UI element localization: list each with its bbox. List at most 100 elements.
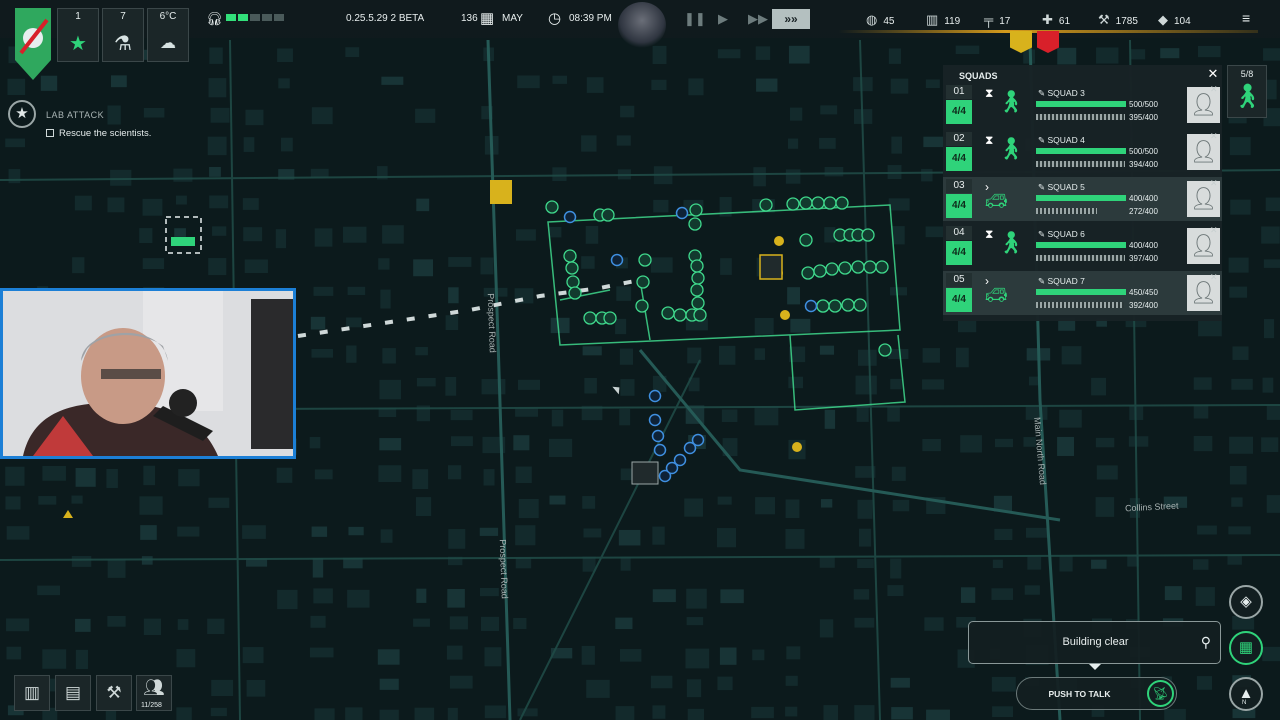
squad-number: 04 (946, 226, 972, 240)
stat-box-rank[interactable]: 1 ★ (57, 8, 99, 62)
squad-row[interactable]: 02 4/4 ⧗ 🚶︎ ✎ SQUAD 4 500/500 394/400 👤︎ ✕ (943, 130, 1222, 174)
resource-supplies[interactable]: ▥ 119 (926, 12, 960, 28)
squad-name[interactable]: ✎ SQUAD 5 (1038, 182, 1085, 193)
notification-toast[interactable]: Building clear ⚲ (968, 621, 1221, 664)
intel-icon: ◍ (866, 12, 878, 27)
squads-title: SQUADS (959, 71, 998, 81)
squad-member-count: 4/4 (946, 288, 972, 312)
squad-ammo-bar (1036, 302, 1125, 308)
squad-health-value: 500/500 (1129, 147, 1158, 156)
squad-ammo-bar (1036, 114, 1125, 120)
compass-north-label: N (1242, 700, 1247, 706)
soldier-icon: 🚶︎ (997, 89, 1025, 114)
microscope-icon: ⚗ (114, 33, 132, 55)
tools-icon: ⚒ (1098, 12, 1110, 27)
stat-box-weather[interactable]: 6°C ☁ (147, 8, 189, 62)
facility-icon: ▤ (64, 683, 82, 702)
faction-emblem-icon[interactable] (13, 8, 53, 80)
dismiss-icon[interactable]: ✕ (1210, 131, 1218, 142)
squad-row[interactable]: 03 4/4 › 🚙︎ ✎ SQUAD 5 400/400 272/400 👤︎ ✕ (943, 177, 1222, 221)
menu-icon[interactable]: ≡ (1242, 10, 1250, 26)
push-to-talk-button[interactable]: PUSH TO TALK 📡︎ (1016, 677, 1177, 710)
squad-health-value: 400/400 (1129, 194, 1158, 203)
moon-phase-icon (618, 2, 666, 48)
squad-name-text: SQUAD 6 (1047, 229, 1085, 239)
facilities-button[interactable]: ▤ (55, 675, 91, 711)
squad-ammo-value: 394/400 (1129, 160, 1158, 169)
squad-mode-icon: ⧗ (985, 133, 994, 147)
base-button[interactable]: ▥ (14, 675, 50, 711)
squad-number: 05 (946, 273, 972, 287)
stat-box-research[interactable]: 7 ⚗ (102, 8, 144, 62)
squad-health-value: 400/400 (1129, 241, 1158, 250)
mission-objective: Rescue the scientists. (46, 128, 151, 139)
webcam-overlay (0, 288, 296, 459)
location-pin-icon[interactable]: ⚲ (1201, 634, 1211, 651)
objective-checkbox (46, 129, 54, 137)
squad-row[interactable]: 01 4/4 ⧗ 🚶︎ ✎ SQUAD 3 500/500 395/400 👤︎ ✕ (943, 83, 1222, 127)
resource-intel[interactable]: ◍ 45 (866, 12, 894, 28)
vehicle-icon: 🚙︎ (985, 285, 1008, 305)
close-icon[interactable]: ✕ (1206, 67, 1220, 81)
headphones-icon[interactable]: 🎧︎ (206, 11, 223, 27)
temperature-value: 6°C (159, 11, 177, 22)
research-value: 7 (120, 11, 126, 22)
squad-name[interactable]: ✎ SQUAD 4 (1038, 135, 1085, 146)
squad-capacity-button[interactable]: 5/8 🚶︎ (1227, 65, 1267, 118)
squad-row[interactable]: 04 4/4 ⧗ 🚶︎ ✎ SQUAD 6 400/400 397/400 👤︎ ✕ (943, 224, 1222, 268)
resource-crates[interactable]: ◆ 104 (1158, 12, 1191, 28)
crates-value: 104 (1174, 16, 1191, 27)
dismiss-icon[interactable]: ✕ (1210, 84, 1218, 95)
objective-text: Rescue the scientists. (59, 128, 152, 139)
squad-name[interactable]: ✎ SQUAD 7 (1038, 276, 1085, 287)
squad-number: 01 (946, 85, 972, 99)
dismiss-icon[interactable]: ✕ (1210, 178, 1218, 189)
squad-health-value: 450/450 (1129, 288, 1158, 297)
squad-name[interactable]: ✎ SQUAD 6 (1038, 229, 1085, 240)
building-icon: ▥ (23, 683, 41, 702)
resource-medical[interactable]: ✚ 61 (1042, 12, 1070, 28)
layers-button[interactable]: ◈ (1229, 585, 1263, 619)
crates-icon: ◆ (1158, 12, 1168, 27)
resource-weapons[interactable]: ╤ 17 (984, 12, 1010, 27)
dismiss-icon[interactable]: ✕ (1210, 272, 1218, 283)
squad-ammo-bar (1036, 161, 1125, 167)
dismiss-icon[interactable]: ✕ (1210, 225, 1218, 236)
play-button[interactable]: ▶ (718, 11, 728, 27)
resource-tools[interactable]: ⚒ 1785 (1098, 12, 1138, 28)
mission-title: LAB ATTACK (46, 110, 105, 120)
road-label-prospect-1: Prospect Road (485, 293, 498, 353)
intel-value: 45 (883, 16, 895, 27)
squad-member-count: 4/4 (946, 100, 972, 124)
fast-forward-button[interactable]: ▶▶ (748, 11, 768, 27)
pause-button[interactable]: ❚❚ (684, 11, 706, 27)
squad-row[interactable]: 05 4/4 › 🚙︎ ✎ SQUAD 7 450/450 392/400 👤︎ ✕ (943, 271, 1222, 315)
squad-health-bar (1036, 195, 1126, 201)
cloud-icon: ☁ (160, 35, 176, 52)
supplies-value: 119 (944, 16, 961, 27)
squad-name[interactable]: ✎ SQUAD 3 (1038, 88, 1085, 99)
squad-ammo-value: 395/400 (1129, 113, 1158, 122)
push-to-talk-label: PUSH TO TALK (1048, 689, 1111, 699)
squad-capacity: 5/8 (1240, 69, 1254, 79)
squad-name-text: SQUAD 4 (1047, 135, 1085, 145)
squad-health-bar (1036, 242, 1126, 248)
rank-value: 1 (75, 11, 81, 22)
squad-ammo-value: 397/400 (1129, 254, 1158, 263)
squad-health-value: 500/500 (1129, 100, 1158, 109)
survivors-icon: 👥︎ (143, 678, 165, 697)
notification-pointer (1089, 664, 1101, 670)
clock-icon: ◷ (548, 10, 562, 27)
tools-value: 1785 (1115, 16, 1138, 27)
soldier-icon: 🚶︎ (997, 136, 1025, 161)
grid-view-button[interactable]: ▦ (1229, 631, 1263, 665)
loot-button[interactable]: ⚒ (96, 675, 132, 711)
fastest-speed-button[interactable]: »» (772, 9, 810, 29)
squad-mode-icon: ⧗ (985, 227, 994, 241)
soldier-icon: 🚶︎ (997, 230, 1025, 255)
calendar-icon: ▦ (480, 10, 495, 27)
road-label-prospect-2: Prospect Road (497, 539, 510, 599)
squad-health-bar (1036, 148, 1126, 154)
mission-star-icon[interactable]: ★ (8, 100, 36, 128)
squad-health-bar (1036, 289, 1126, 295)
